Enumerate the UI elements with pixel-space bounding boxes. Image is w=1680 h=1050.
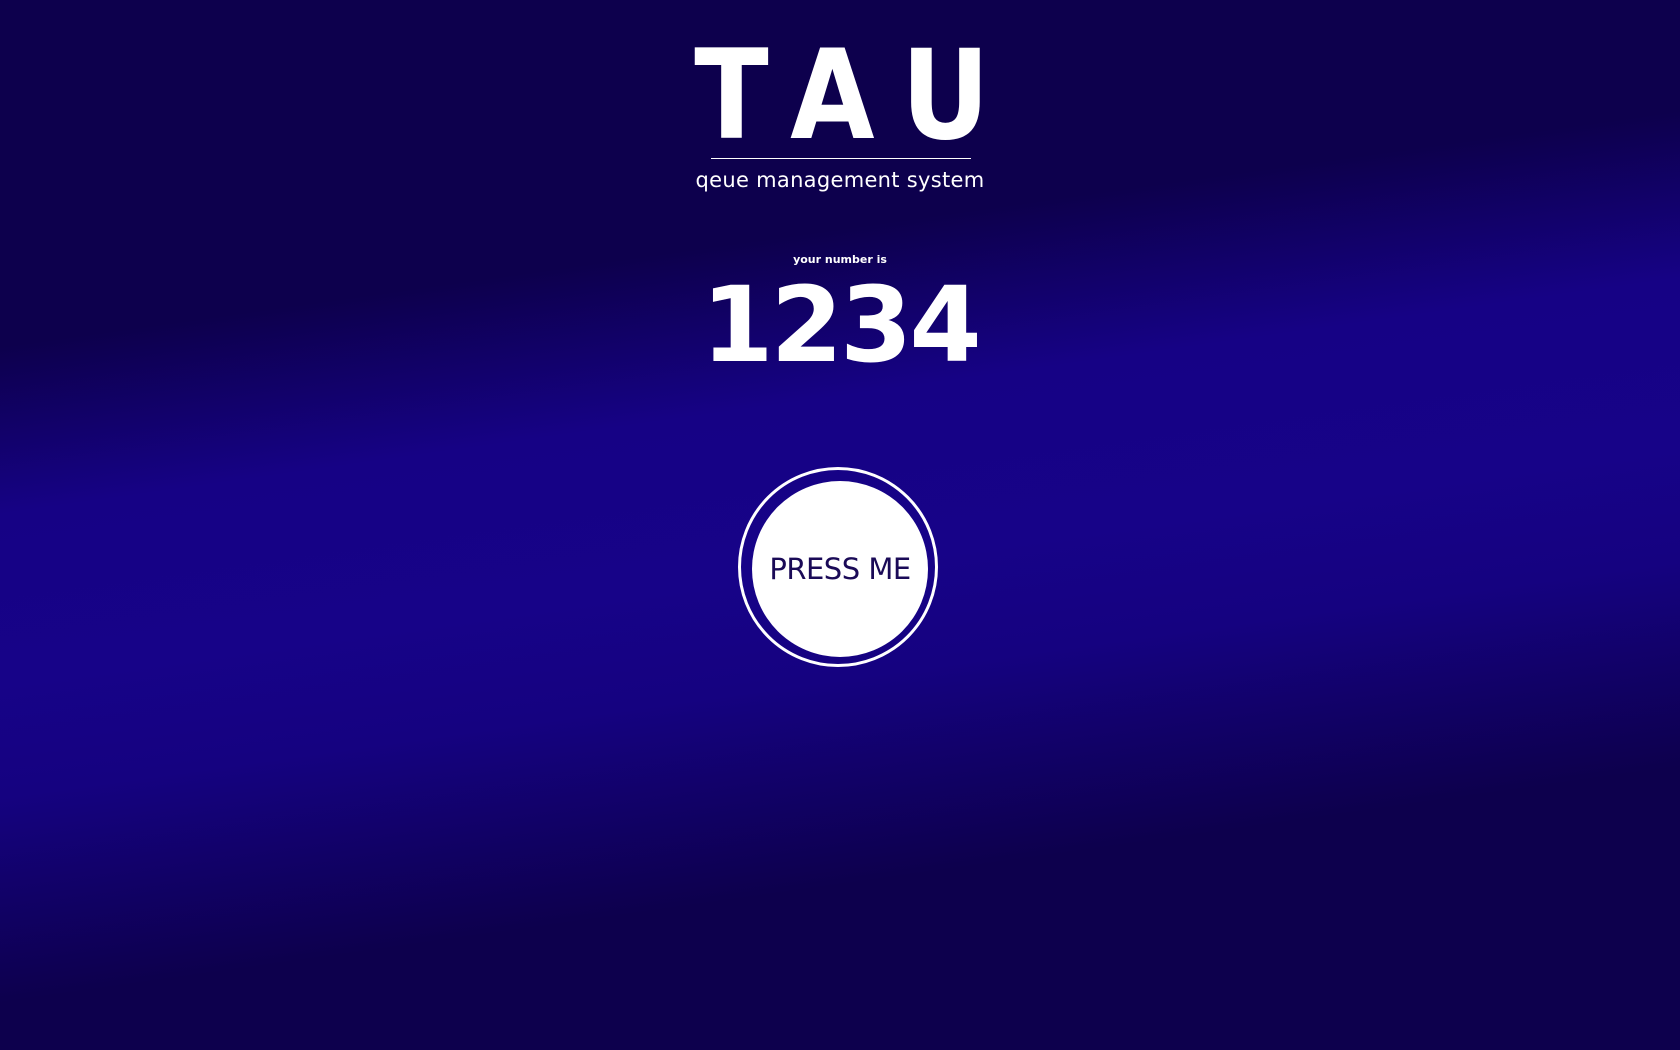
ticket-number: 1234 — [701, 264, 981, 386]
press-me-button[interactable]: PRESS ME — [752, 481, 928, 657]
app-logo-title: TAU — [694, 24, 1020, 168]
brand-header: TAU — [0, 34, 1680, 158]
app-subtitle: qeue management system — [695, 168, 985, 192]
title-divider — [711, 158, 971, 159]
